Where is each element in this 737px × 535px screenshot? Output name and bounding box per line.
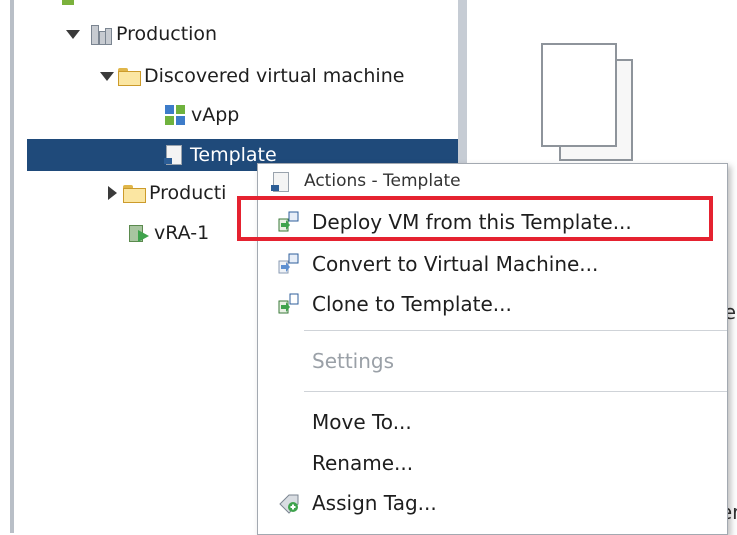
menu-item-convert-to-vm[interactable]: Convert to Virtual Machine... xyxy=(258,247,727,281)
menu-item-settings: Settings xyxy=(258,344,727,378)
template-document-icon xyxy=(541,43,633,161)
tree-item-production-folder[interactable]: Producti xyxy=(105,178,226,208)
menu-separator xyxy=(304,391,727,392)
menu-item-move-to[interactable]: Move To... xyxy=(258,405,727,439)
tree-left-border xyxy=(10,0,14,533)
tree-item-vra-1[interactable]: vRA-1 xyxy=(128,218,209,248)
menu-item-label: Settings xyxy=(312,349,395,373)
template-icon xyxy=(164,144,184,166)
convert-vm-icon xyxy=(278,253,300,275)
tree-item-production[interactable]: Production xyxy=(66,19,217,49)
context-menu-title: Actions - Template xyxy=(304,171,461,191)
menu-item-label: Clone to Template... xyxy=(312,292,512,316)
vapp-icon xyxy=(165,104,189,126)
context-menu-header: Actions - Template xyxy=(258,164,727,198)
menu-item-assign-tag[interactable]: Assign Tag... xyxy=(258,486,727,520)
tree-item-label: Production xyxy=(116,23,218,45)
expand-arrow-icon[interactable] xyxy=(105,186,119,200)
menu-item-label: Convert to Virtual Machine... xyxy=(312,252,599,276)
menu-item-clone-to-template[interactable]: Clone to Template... xyxy=(258,287,727,321)
template-icon xyxy=(271,171,291,193)
tree-item-label: Discovered virtual machine xyxy=(144,65,405,87)
folder-icon xyxy=(118,67,141,86)
folder-icon xyxy=(123,184,146,203)
menu-item-label: Move To... xyxy=(312,410,412,434)
tree-item-vapp[interactable]: vApp xyxy=(165,100,239,130)
clone-template-icon xyxy=(278,293,300,315)
menu-item-label: Rename... xyxy=(312,451,414,475)
annotation-highlight-box xyxy=(237,196,713,241)
tree-item-label: Producti xyxy=(149,182,227,204)
datacenter-icon xyxy=(90,23,112,45)
tree-item-label: vApp xyxy=(191,104,240,126)
expand-arrow-icon[interactable] xyxy=(66,27,80,41)
vm-icon-partial xyxy=(62,0,74,5)
menu-separator xyxy=(304,330,727,331)
vm-icon xyxy=(128,222,152,244)
tree-item-label: vRA-1 xyxy=(154,222,210,244)
menu-item-label: Assign Tag... xyxy=(312,491,437,515)
tag-add-icon xyxy=(278,492,300,514)
tree-item-discovered-vms[interactable]: Discovered virtual machine xyxy=(100,61,404,91)
expand-arrow-icon[interactable] xyxy=(100,69,114,83)
menu-item-rename[interactable]: Rename... xyxy=(258,446,727,480)
